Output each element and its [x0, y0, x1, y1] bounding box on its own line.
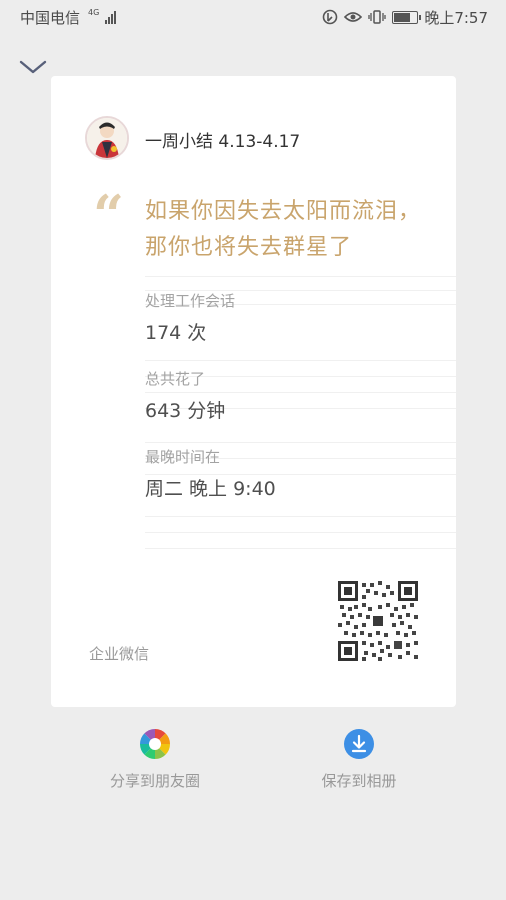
avatar[interactable] [85, 116, 129, 160]
download-icon [344, 729, 374, 759]
battery-icon [392, 10, 422, 24]
network-type: 4G [88, 8, 100, 17]
status-bar: 中国电信 4G 晚上7:57 [0, 0, 506, 34]
qr-code [338, 581, 418, 661]
stat-value-sessions: 174 次 [145, 322, 207, 344]
summary-title: 一周小结 4.13-4.17 [145, 132, 301, 152]
stat-label-latest: 最晚时间在 [145, 448, 221, 466]
share-to-moments-button[interactable]: 分享到朋友圈 [75, 728, 235, 791]
share-label: 分享到朋友圈 [109, 772, 200, 790]
status-right: 晚上7:57 [322, 7, 488, 28]
collapse-button[interactable] [18, 54, 48, 80]
chevron-down-icon [19, 60, 47, 74]
stat-value-latest: 周二 晚上 9:40 [145, 478, 276, 500]
status-left: 中国电信 4G [20, 7, 117, 28]
eye-comfort-icon [344, 10, 363, 24]
stat-label-sessions: 处理工作会话 [145, 292, 236, 310]
moments-icon [140, 729, 170, 759]
stat-label-duration: 总共花了 [145, 370, 206, 388]
carrier-name: 中国电信 [20, 8, 81, 27]
stat-value-duration: 643 分钟 [145, 400, 226, 422]
quote-mark-icon: “ [93, 183, 125, 247]
data-saver-icon [322, 9, 338, 25]
signal-icon [105, 10, 117, 24]
vibrate-icon [368, 9, 386, 25]
save-label: 保存到相册 [321, 772, 397, 790]
clock: 晚上7:57 [424, 8, 488, 27]
brand-label: 企业微信 [89, 645, 150, 663]
save-to-album-button[interactable]: 保存到相册 [279, 728, 439, 791]
quote-text: 如果你因失去太阳而流泪，那你也将失去群星了 [145, 199, 422, 260]
weekly-summary-card: 一周小结 4.13-4.17 “ 如果你因失去太阳而流泪，那你也将失去群星了 处… [51, 76, 456, 707]
